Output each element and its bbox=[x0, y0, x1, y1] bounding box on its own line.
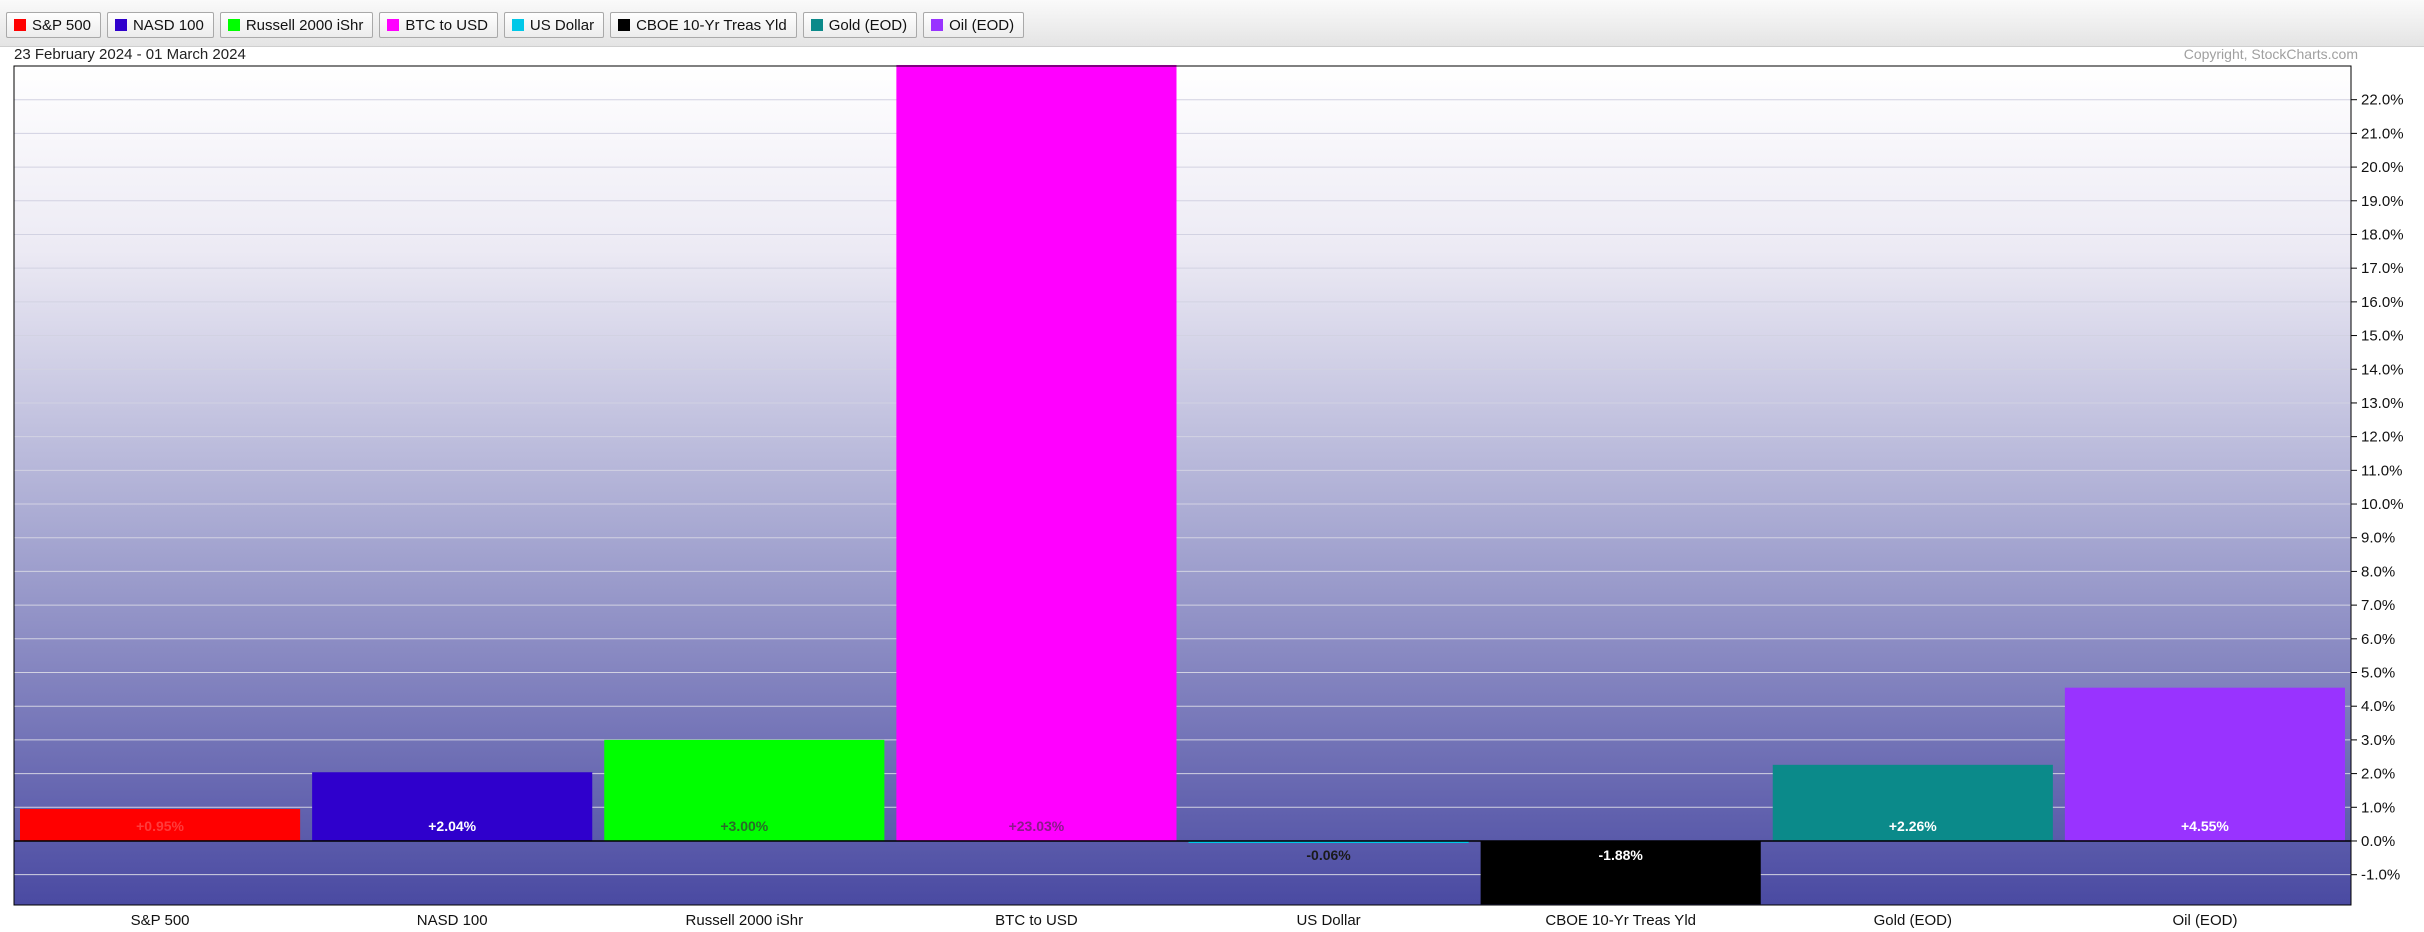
y-tick-label: 21.0% bbox=[2361, 125, 2404, 142]
bar-value-label: +4.55% bbox=[2181, 818, 2229, 834]
y-tick-label: 12.0% bbox=[2361, 429, 2404, 446]
y-tick-label: 6.0% bbox=[2361, 631, 2395, 648]
y-tick-label: 14.0% bbox=[2361, 361, 2404, 378]
bar-3 bbox=[896, 64, 1177, 841]
y-tick-label: 13.0% bbox=[2361, 395, 2404, 412]
category-label: US Dollar bbox=[1296, 912, 1360, 929]
performance-bar-chart: +0.95% +2.04% +3.00% +23.03% -0.06% -1.88% +2.… bbox=[13, 64, 2404, 929]
y-tick-label: 3.0% bbox=[2361, 732, 2395, 749]
category-label: Gold (EOD) bbox=[1874, 912, 1952, 929]
bar-value-label: -1.88% bbox=[1599, 847, 1644, 863]
y-tick-label: 8.0% bbox=[2361, 563, 2395, 580]
y-tick-label: 11.0% bbox=[2361, 462, 2402, 479]
y-tick-label: 9.0% bbox=[2361, 530, 2395, 547]
bar-value-label: +2.26% bbox=[1889, 818, 1937, 834]
y-tick-label: 16.0% bbox=[2361, 294, 2404, 311]
y-tick-label: -1.0% bbox=[2361, 867, 2400, 884]
y-tick-label: 5.0% bbox=[2361, 665, 2395, 682]
bar-value-label: +23.03% bbox=[1009, 818, 1065, 834]
category-label: NASD 100 bbox=[417, 912, 488, 929]
y-tick-label: 19.0% bbox=[2361, 193, 2404, 210]
category-label: Oil (EOD) bbox=[2172, 912, 2237, 929]
bar-value-label: -0.06% bbox=[1306, 847, 1351, 863]
category-label: BTC to USD bbox=[995, 912, 1078, 929]
y-tick-label: 0.0% bbox=[2361, 833, 2395, 850]
y-tick-label: 7.0% bbox=[2361, 597, 2395, 614]
x-axis-category-labels: S&P 500 NASD 100 Russell 2000 iShr BTC to U… bbox=[131, 912, 2238, 929]
y-tick-label: 10.0% bbox=[2361, 496, 2404, 513]
y-tick-label: 15.0% bbox=[2361, 328, 2404, 345]
y-tick-label: 20.0% bbox=[2361, 159, 2404, 176]
y-tick-label: 2.0% bbox=[2361, 766, 2395, 783]
bar-value-label: +2.04% bbox=[428, 818, 476, 834]
y-tick-label: 1.0% bbox=[2361, 799, 2395, 816]
category-label: Russell 2000 iShr bbox=[686, 912, 804, 929]
y-tick-label: 4.0% bbox=[2361, 698, 2395, 715]
category-label: CBOE 10-Yr Treas Yld bbox=[1545, 912, 1696, 929]
y-tick-label: 22.0% bbox=[2361, 92, 2404, 109]
category-label: S&P 500 bbox=[131, 912, 190, 929]
bar-value-label: +0.95% bbox=[136, 818, 184, 834]
y-tick-label: 17.0% bbox=[2361, 260, 2404, 277]
y-tick-label: 18.0% bbox=[2361, 226, 2404, 243]
bar-value-label: +3.00% bbox=[720, 818, 768, 834]
y-axis-tick-labels: -1.0% 0.0% 1.0% 2.0% 3.0% 4.0% 5.0% 6.0% 7.0% 8.0… bbox=[2351, 92, 2404, 884]
